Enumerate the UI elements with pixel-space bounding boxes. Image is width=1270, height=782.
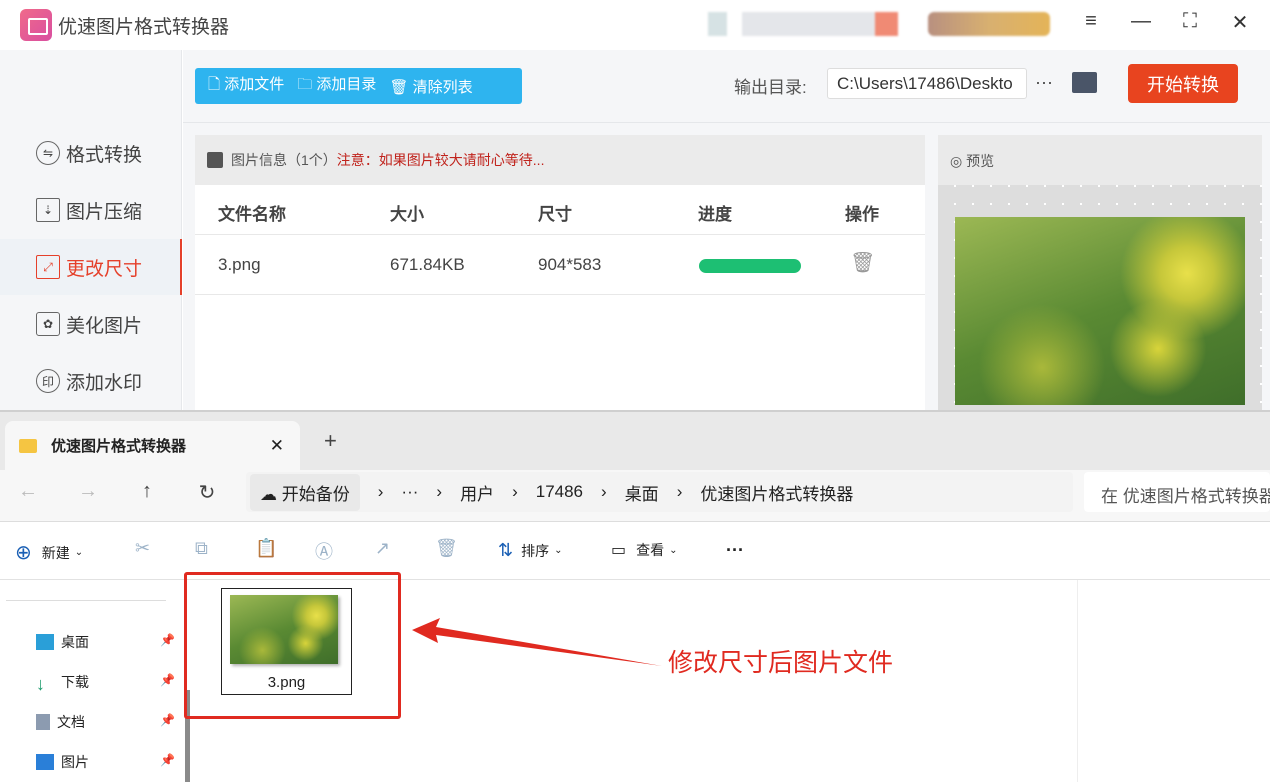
nav-downloads[interactable]: ↓ 下载 <box>36 672 89 694</box>
app-logo <box>20 9 52 41</box>
delete-icon[interactable]: 🗑 <box>850 250 875 275</box>
breadcrumb-backup[interactable]: ☁ 开始备份 <box>250 473 360 511</box>
new-button[interactable]: ⊕ 新建 ⌄ <box>15 540 83 565</box>
sidebar-item-resize[interactable]: ⤢ 更改尺寸 <box>0 239 182 295</box>
minimize-icon[interactable]: — <box>1126 10 1156 33</box>
highlight-box <box>184 572 401 719</box>
sidebar-item-watermark[interactable]: 印添加水印 <box>0 353 182 409</box>
more-button[interactable]: ··· <box>726 540 744 561</box>
divider <box>6 600 166 601</box>
list-header: 图片信息（1个） 注意：如果图片较大请耐心等待... <box>195 135 925 185</box>
pin-icon[interactable]: 📌 <box>160 673 175 687</box>
tab-label: 优速图片格式转换器 <box>51 438 187 455</box>
nav-pictures[interactable]: 图片 <box>36 752 89 772</box>
file-toolbar: 🗋 添加文件 🗀 添加目录 🗑 清除列表 <box>195 68 522 104</box>
col-name: 文件名称 <box>218 205 286 224</box>
preview-image <box>955 217 1245 405</box>
app-title: 优速图片格式转换器 <box>58 17 230 38</box>
divider <box>183 122 1270 123</box>
sidebar-item-label: 美化图片 <box>66 315 143 337</box>
new-tab-button[interactable]: + <box>324 428 337 454</box>
back-icon[interactable]: ← <box>13 480 43 503</box>
output-dir-input[interactable]: C:\Users\17486\Deskto <box>827 68 1027 99</box>
close-tab-icon[interactable]: ✕ <box>270 436 284 456</box>
sidebar-item-label: 更改尺寸 <box>66 258 143 280</box>
breadcrumb-more[interactable]: ··· <box>401 482 418 502</box>
sidebar-item-compress[interactable]: ⇣ 图片压缩 <box>0 182 182 238</box>
preview-header: ◎ 预览 <box>950 151 994 171</box>
folder-icon[interactable] <box>1072 72 1097 93</box>
file-dims: 904*583 <box>538 255 602 274</box>
watermark-icon: 印 <box>36 369 60 393</box>
close-icon[interactable]: ✕ <box>1225 10 1255 35</box>
more-options-button[interactable]: ··· <box>1035 72 1053 93</box>
convert-icon: ⇋ <box>36 141 60 165</box>
pin-icon[interactable]: 📌 <box>160 713 175 727</box>
sidebar-item-format-convert[interactable]: ⇋ 格式转换 <box>0 125 182 181</box>
sidebar-item-label: 格式转换 <box>66 144 143 166</box>
nav-desktop[interactable]: 桌面 <box>36 632 89 652</box>
start-convert-button[interactable]: 开始转换 <box>1128 64 1238 103</box>
plus-circle-icon: ⊕ <box>15 542 32 564</box>
blurred-user-info <box>708 12 898 36</box>
col-progress: 进度 <box>698 205 732 224</box>
rename-icon[interactable]: Ⓐ <box>315 538 333 564</box>
preview-label: 预览 <box>966 153 995 169</box>
menu-icon[interactable]: ≡ <box>1076 10 1106 33</box>
sort-button[interactable]: ⇅ 排序 ⌄ <box>498 540 562 561</box>
annotation-arrow <box>412 618 662 666</box>
pin-icon[interactable]: 📌 <box>160 633 175 647</box>
up-icon[interactable]: ↑ <box>132 480 162 503</box>
pin-icon[interactable]: 📌 <box>160 753 175 767</box>
folder-icon <box>19 438 37 453</box>
compress-icon: ⇣ <box>36 198 60 222</box>
view-icon: ▭ <box>611 542 627 559</box>
divider <box>195 294 925 295</box>
breadcrumb-users[interactable]: 用户 <box>460 480 494 505</box>
clear-list-button[interactable]: 🗑 清除列表 <box>389 76 472 97</box>
search-input[interactable]: 在 优速图片格式转换器 <box>1084 472 1270 512</box>
progress-bar <box>699 259 801 273</box>
sidebar-item-label: 图片压缩 <box>66 201 143 223</box>
view-button[interactable]: ▭ 查看 ⌄ <box>611 540 678 560</box>
refresh-icon[interactable]: ↻ <box>192 480 222 505</box>
copy-icon[interactable]: ⧉ <box>195 538 208 559</box>
add-file-button[interactable]: 🗋 添加文件 <box>208 73 284 99</box>
list-count: 图片信息（1个） <box>231 152 337 168</box>
delete-icon[interactable]: 🗑 <box>435 538 458 559</box>
divider <box>195 234 925 235</box>
sidebar-item-beautify[interactable]: ✿ 美化图片 <box>0 296 182 352</box>
file-size: 671.84KB <box>390 255 465 274</box>
breadcrumb-folder[interactable]: 优速图片格式转换器 <box>700 480 853 505</box>
blurred-avatar <box>928 12 1050 36</box>
col-dims: 尺寸 <box>538 205 572 224</box>
sort-icon: ⇅ <box>498 540 514 560</box>
nav-documents[interactable]: 文档 <box>36 712 85 732</box>
forward-icon[interactable]: → <box>73 480 103 503</box>
share-icon[interactable]: ↗ <box>375 538 390 559</box>
file-name: 3.png <box>218 255 261 274</box>
address-bar[interactable]: ☁ 开始备份 › ··· › 用户 › 17486 › 桌面 › 优速图片格式转换器 <box>246 472 1073 512</box>
annotation-text: 修改尺寸后图片文件 <box>668 649 894 677</box>
col-actions: 操作 <box>845 205 879 224</box>
beautify-icon: ✿ <box>36 312 60 336</box>
paste-icon[interactable]: 📋 <box>255 538 277 559</box>
resize-icon: ⤢ <box>36 255 60 279</box>
add-directory-button[interactable]: 🗀 添加目录 <box>297 73 376 99</box>
maximize-icon[interactable]: ⛶ <box>1175 10 1205 33</box>
sidebar-item-label: 添加水印 <box>66 372 143 394</box>
col-size: 大小 <box>390 205 424 224</box>
explorer-tab[interactable]: 优速图片格式转换器 ✕ <box>5 421 300 470</box>
output-dir-label: 输出目录: <box>734 78 807 97</box>
cut-icon[interactable]: ✂ <box>135 538 150 559</box>
image-icon <box>207 152 223 168</box>
navigation-pane <box>0 580 180 782</box>
breadcrumb-user[interactable]: 17486 <box>536 482 583 502</box>
list-note: 注意：如果图片较大请耐心等待... <box>336 152 545 168</box>
breadcrumb-desktop[interactable]: 桌面 <box>625 480 659 505</box>
divider <box>1077 580 1078 782</box>
eye-icon: ◎ <box>950 153 967 169</box>
